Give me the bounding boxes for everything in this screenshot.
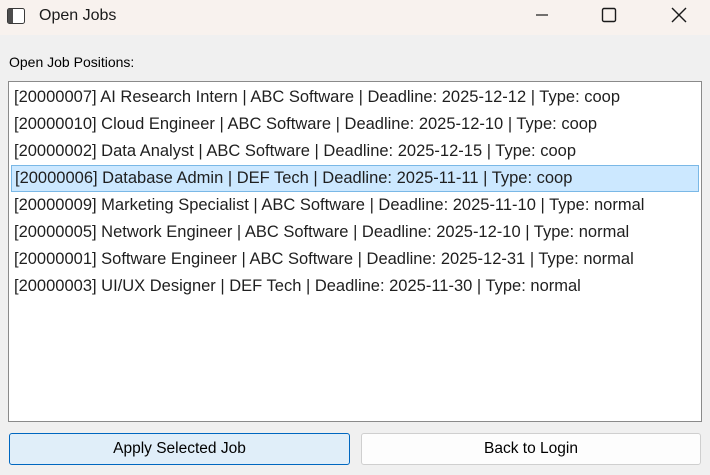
minimize-icon [535, 8, 549, 27]
list-item[interactable]: [20000003] UI/UX Designer | DEF Tech | D… [11, 273, 699, 300]
open-jobs-window: Open Jobs Open Job Positions: [20000007]… [0, 0, 710, 475]
list-item[interactable]: [20000005] Network Engineer | ABC Softwa… [11, 219, 699, 246]
list-item[interactable]: [20000001] Software Engineer | ABC Softw… [11, 246, 699, 273]
minimize-button[interactable] [507, 0, 577, 35]
list-item-selected[interactable]: [20000006] Database Admin | DEF Tech | D… [11, 165, 699, 192]
close-icon [671, 7, 687, 28]
list-item[interactable]: [20000002] Data Analyst | ABC Software |… [11, 138, 699, 165]
maximize-button[interactable] [574, 0, 644, 35]
back-to-login-button[interactable]: Back to Login [361, 433, 701, 465]
list-item[interactable]: [20000010] Cloud Engineer | ABC Software… [11, 111, 699, 138]
list-item[interactable]: [20000007] AI Research Intern | ABC Soft… [11, 84, 699, 111]
maximize-icon [601, 7, 617, 28]
list-item[interactable]: [20000009] Marketing Specialist | ABC So… [11, 192, 699, 219]
job-list[interactable]: [20000007] AI Research Intern | ABC Soft… [8, 81, 702, 422]
close-button[interactable] [644, 0, 710, 35]
title-bar[interactable]: Open Jobs [0, 0, 710, 35]
apply-selected-job-button[interactable]: Apply Selected Job [9, 433, 350, 465]
app-window-icon [7, 8, 25, 24]
open-job-positions-label: Open Job Positions: [9, 54, 135, 70]
window-title: Open Jobs [39, 7, 117, 24]
